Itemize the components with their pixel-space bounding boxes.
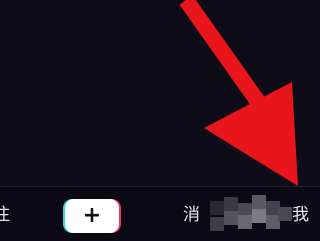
red-arrow-annotation-icon <box>179 0 298 186</box>
